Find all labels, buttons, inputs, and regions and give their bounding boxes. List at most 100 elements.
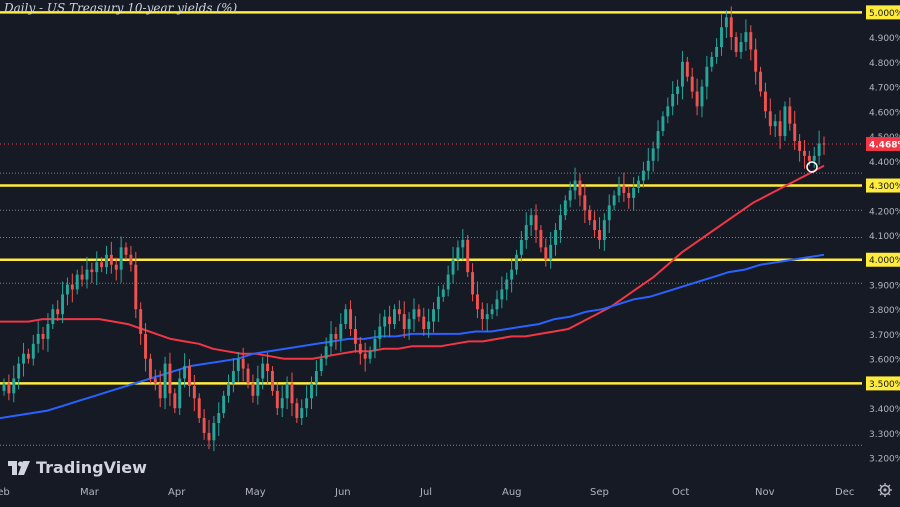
candle-body — [393, 309, 396, 325]
candle-body — [227, 383, 230, 396]
candle-body — [427, 321, 431, 329]
candle-body — [715, 47, 719, 57]
candle-body — [134, 264, 138, 310]
candle-body — [744, 32, 748, 43]
candle-body — [466, 239, 470, 273]
candle-body — [515, 254, 518, 270]
candle-body — [524, 225, 528, 240]
settings-gear-icon[interactable] — [878, 483, 892, 497]
candle-body — [461, 239, 465, 248]
y-tick-label: 3.700% — [869, 331, 900, 341]
candle-body — [373, 338, 377, 352]
candle-body — [109, 254, 113, 265]
candle-body — [168, 363, 172, 394]
candle-body — [349, 309, 353, 329]
candle-body — [720, 27, 723, 47]
x-tick-label: Jun — [334, 487, 351, 498]
candle-body — [812, 155, 816, 161]
candle-body — [407, 319, 411, 329]
candle-body — [129, 254, 133, 265]
candle-body — [51, 309, 55, 325]
candle-body — [739, 42, 743, 52]
y-tick-label: 4.100% — [869, 232, 900, 242]
candle-body — [778, 121, 782, 137]
candle-body — [695, 91, 699, 107]
candle-body — [383, 316, 387, 327]
candle-body — [783, 106, 787, 137]
candle-body — [231, 371, 235, 384]
candle-body — [734, 37, 738, 52]
candle-body — [217, 413, 221, 423]
candle-body — [490, 309, 494, 315]
candle-body — [788, 106, 792, 124]
candle-body — [534, 215, 538, 231]
y-tick-label: 4.700% — [869, 84, 900, 94]
candle-body — [378, 326, 382, 339]
candle-body — [324, 346, 328, 359]
candle-body — [793, 123, 797, 141]
candle-body — [402, 314, 406, 329]
candle-body — [641, 170, 645, 181]
candle-body — [646, 160, 650, 171]
candle-body — [65, 284, 69, 295]
candle-body — [685, 61, 689, 77]
candle-body — [7, 383, 11, 394]
candle-body — [75, 274, 79, 290]
candle-body — [598, 230, 601, 240]
candle-body — [593, 220, 597, 231]
candle-body — [236, 358, 240, 372]
candle-body — [285, 383, 289, 399]
candle-body — [56, 309, 60, 315]
y-tick-label: 4.200% — [869, 207, 900, 217]
candle-body — [607, 205, 611, 221]
candle-body — [295, 403, 299, 419]
candle-body — [817, 143, 821, 156]
x-tick-label: Aug — [502, 487, 522, 498]
candle-body — [329, 333, 333, 347]
candle-body — [270, 371, 274, 391]
candle-body — [222, 395, 226, 414]
candle-body — [119, 247, 123, 270]
x-tick-label: Feb — [0, 487, 10, 498]
candle-body — [334, 333, 338, 339]
candle-body — [583, 195, 587, 211]
candle-body — [729, 17, 733, 38]
candle-body — [554, 230, 558, 245]
candle-body — [314, 371, 318, 384]
candle-body — [768, 111, 772, 127]
candle-body — [544, 247, 548, 260]
candle-body — [510, 269, 514, 280]
candle-body — [266, 363, 270, 372]
candle-body — [339, 324, 343, 339]
candle-body — [70, 284, 74, 290]
level-tag-label: 3.500% — [869, 380, 900, 390]
candle-body — [358, 343, 362, 354]
candle-body — [480, 309, 484, 320]
candle-body — [763, 91, 767, 112]
candle-body — [676, 86, 680, 94]
candle-body — [632, 188, 636, 198]
y-tick-label: 3.600% — [869, 356, 900, 366]
candle-body — [80, 274, 84, 280]
candle-body — [754, 49, 758, 72]
y-tick-label: 3.800% — [869, 306, 900, 316]
candle-body — [412, 309, 416, 320]
candle-body — [422, 316, 426, 329]
candle-body — [700, 86, 704, 107]
current-price-label: 4.468% — [869, 140, 900, 150]
x-tick-label: Apr — [168, 487, 186, 498]
candle-body — [602, 220, 606, 240]
candle-body — [173, 393, 177, 409]
candle-body — [588, 210, 592, 221]
chart-background — [0, 0, 900, 503]
candle-body — [158, 383, 162, 399]
candle-body — [773, 121, 777, 127]
candle-body — [807, 155, 811, 161]
candle-body — [207, 432, 211, 441]
candle-body — [153, 378, 157, 384]
candle-body — [178, 378, 182, 409]
candle-body — [622, 185, 626, 193]
candle-body — [485, 314, 489, 320]
y-tick-label: 4.400% — [869, 158, 900, 168]
x-tick-label: Jul — [419, 487, 432, 498]
